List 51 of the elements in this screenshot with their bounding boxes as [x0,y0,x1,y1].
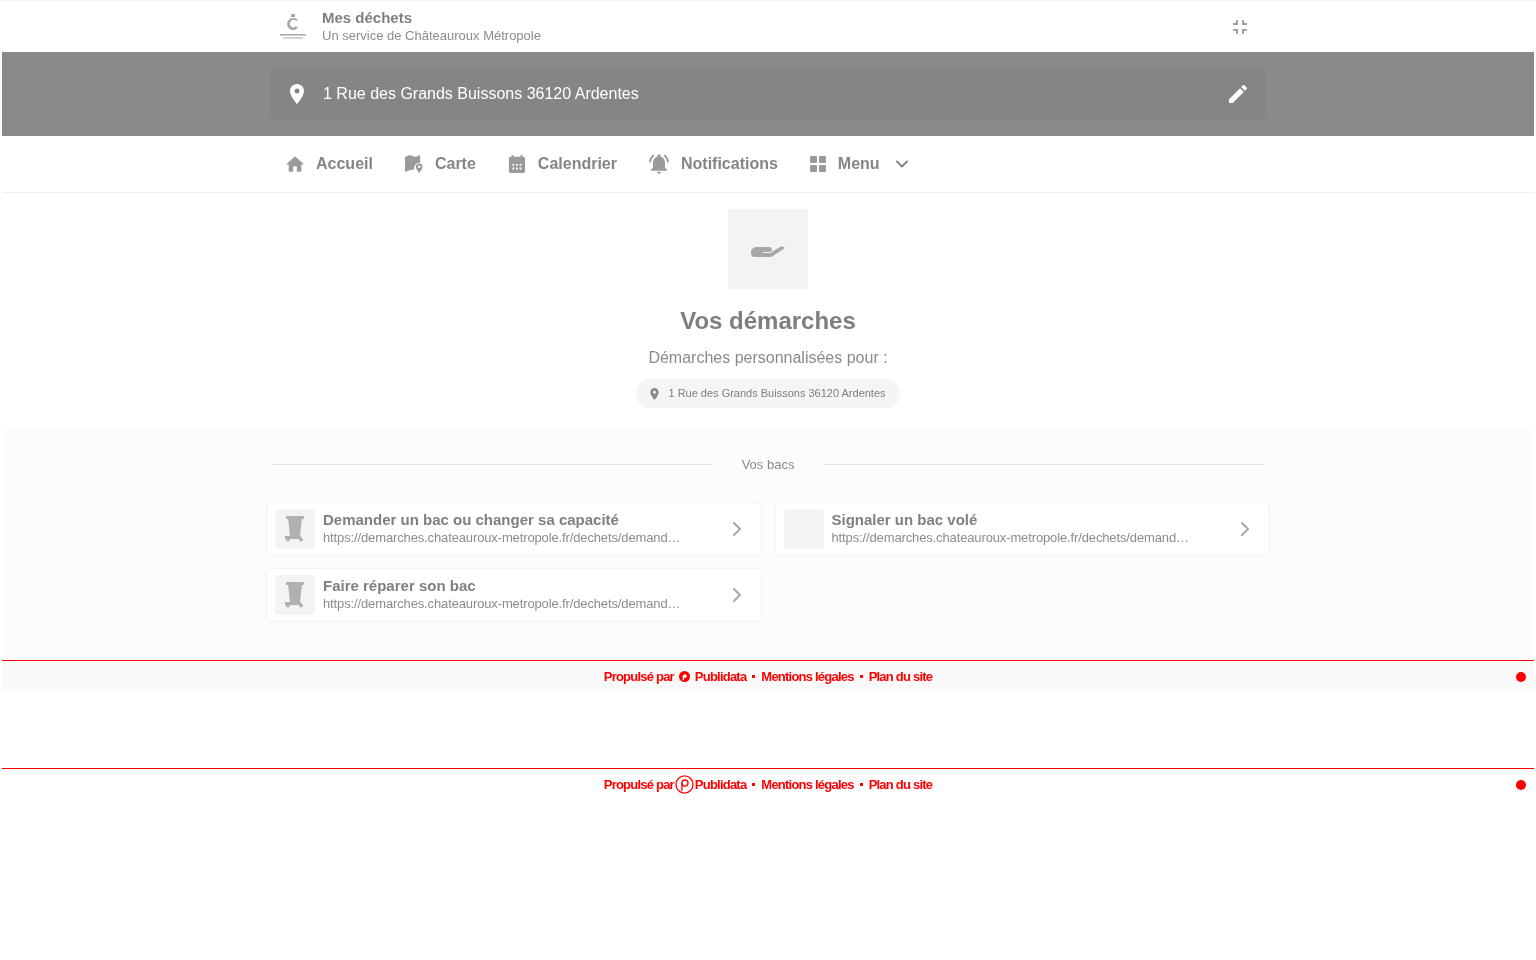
address-field[interactable]: 1 Rue des Grands Buissons 36120 Ardentes [270,68,1266,120]
chevron-right-icon [732,587,741,602]
chevron-down-icon [895,160,908,168]
location-pin-icon [650,387,660,400]
chevron-right-icon [732,521,741,536]
footer-link[interactable]: Mentions légales [761,778,854,791]
exit-fullscreen-icon [1233,19,1247,34]
home-icon [286,155,304,173]
chevron-right-icon [1241,521,1249,536]
grid-icon [809,156,826,172]
location-pin-icon [290,84,304,104]
publidata-logo-icon [678,671,690,682]
publidata-link[interactable]: Publidata [694,670,747,683]
procedure-card[interactable]: Faire réparer son bac https://demarches.chateauroux-metropole.fr/dechets/demand… [266,567,762,622]
card-title: Demander un bac ou changer sa capacité [323,511,620,530]
footer-link[interactable]: Mentions légales [761,670,854,683]
nav-tab[interactable]: Accueil [270,136,389,192]
section-title: Vos démarches [680,309,856,333]
address-value: 1 Rue des Grands Buissons 36120 Ardentes [323,84,639,104]
nav-tab[interactable]: Menu [793,136,924,192]
powered-by-text: Propulsé par [603,778,674,791]
nav-tab[interactable]: Notifications [632,136,794,192]
publidata-link[interactable]: Publidata [694,778,747,791]
hand-icon [728,209,808,289]
footer-link[interactable]: Plan du site [868,670,933,683]
card-url: https://demarches.chateauroux-metropole.fr/dechets/demand… [323,595,682,612]
address-text: 1 Rue des Grands Buissons 36120 Ardentes [668,386,886,402]
section-subtitle: Démarches personnalisées pour : [648,350,888,366]
footer-link[interactable]: Plan du site [868,778,933,791]
exit-fullscreen-button[interactable] [1233,19,1247,34]
card-title: Faire réparer son bac [323,577,477,596]
card-url: https://demarches.chateauroux-metropole.fr/dechets/demand… [323,529,682,546]
procedure-card[interactable]: Signaler un bac volé https://demarches.chateauroux-metropole.fr/dechets/demand… [774,501,1270,556]
publidata-logo-icon [674,775,694,794]
bell-icon [648,154,669,174]
app-title: Mes déchets [322,9,414,28]
bin-icon [275,574,315,615]
card-title: Signaler un bac volé [831,511,979,530]
pencil-icon [1229,85,1247,103]
bin-icon [275,508,315,549]
procedure-card[interactable]: Demander un bac ou changer sa capacité https://demarches.chateauroux-metropole.fr/dechets/demand… [266,501,762,556]
calendar-icon [507,155,526,173]
card-url: https://demarches.chateauroux-metropole.fr/dechets/demand… [831,529,1190,546]
nav-tab[interactable]: Carte [388,136,492,192]
map-pin-icon [404,155,423,173]
powered-by-text: Propulsé par [603,670,674,683]
app-subtitle: Un service de Châteauroux Métropole [322,27,541,44]
divider-label: Vos bacs [740,456,796,474]
nav-tab[interactable]: Calendrier [491,136,633,192]
edit-button[interactable] [1229,85,1247,103]
emblem-logo [278,11,308,42]
